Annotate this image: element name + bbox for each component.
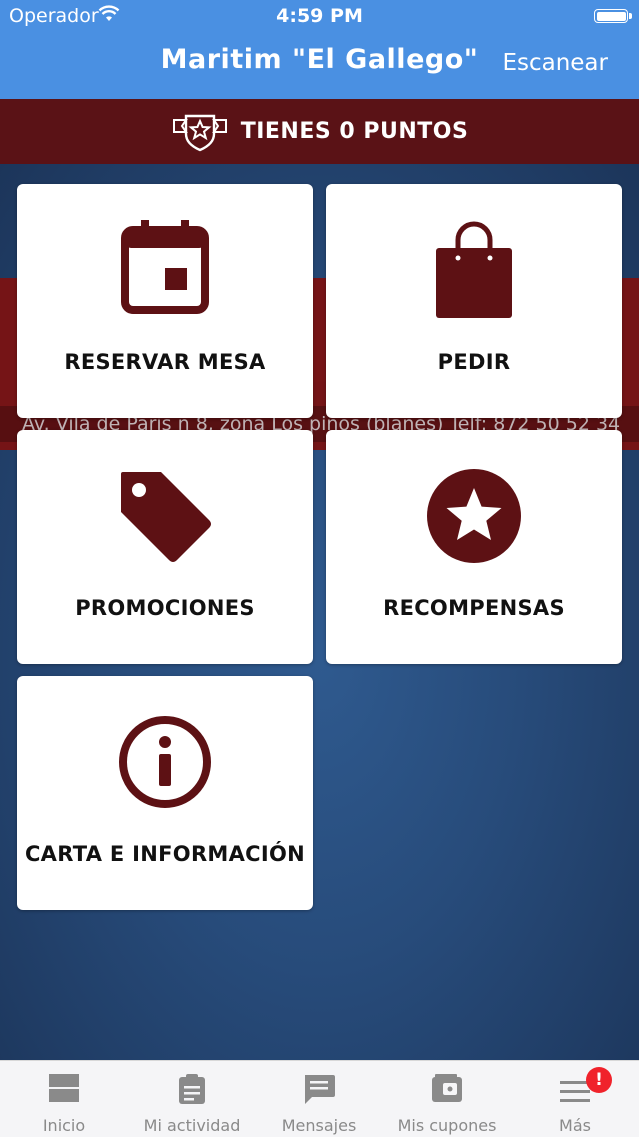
star-circle-icon (326, 468, 622, 564)
status-bar: Operador 4:59 PM (0, 0, 639, 34)
tab-activity[interactable]: Mi actividad (128, 1061, 256, 1137)
wallet-icon (383, 1073, 511, 1103)
home-icon (0, 1073, 128, 1103)
clipboard-icon (128, 1073, 256, 1105)
tab-messages[interactable]: Mensajes (255, 1061, 383, 1137)
tab-activity-label: Mi actividad (143, 1116, 241, 1135)
tab-coupons-label: Mis cupones (397, 1116, 497, 1135)
message-icon (255, 1073, 383, 1105)
battery-icon (594, 9, 632, 23)
shopping-bag-icon (326, 218, 622, 320)
rewards-label: RECOMPENSAS (383, 596, 565, 620)
scan-button[interactable]: Escanear (502, 50, 608, 76)
menu-info-label: CARTA E INFORMACIÓN (24, 842, 306, 866)
navigation-bar: Operador 4:59 PM Maritim "El Gallego" Es… (0, 0, 639, 99)
points-banner[interactable]: TIENES 0 PUNTOS (0, 99, 639, 164)
promotions-card[interactable]: PROMOCIONES (17, 430, 313, 664)
tab-more-label: Más (559, 1116, 591, 1135)
notification-badge: ! (586, 1067, 612, 1093)
points-badge-icon (171, 112, 229, 152)
order-label: PEDIR (437, 350, 511, 374)
tab-home[interactable]: Inicio (0, 1061, 128, 1137)
tab-messages-label: Mensajes (281, 1116, 357, 1135)
clock: 4:59 PM (276, 5, 363, 27)
reserve-table-card[interactable]: RESERVAR MESA (17, 184, 313, 418)
tab-more[interactable]: ! Más (511, 1061, 639, 1137)
rewards-card[interactable]: RECOMPENSAS (326, 430, 622, 664)
tab-home-label: Inicio (42, 1116, 86, 1135)
points-text: TIENES 0 PUNTOS (240, 119, 469, 144)
tab-bar: Inicio Mi actividad Mensajes Mis cupones… (0, 1060, 639, 1137)
tab-coupons[interactable]: Mis cupones (383, 1061, 511, 1137)
promotions-label: PROMOCIONES (75, 596, 255, 620)
tag-icon (17, 468, 313, 564)
info-icon (17, 714, 313, 810)
order-card[interactable]: PEDIR (326, 184, 622, 418)
calendar-icon (17, 218, 313, 314)
reserve-table-label: RESERVAR MESA (64, 350, 266, 374)
menu-icon (511, 1081, 639, 1103)
menu-info-card[interactable]: CARTA E INFORMACIÓN (17, 676, 313, 910)
